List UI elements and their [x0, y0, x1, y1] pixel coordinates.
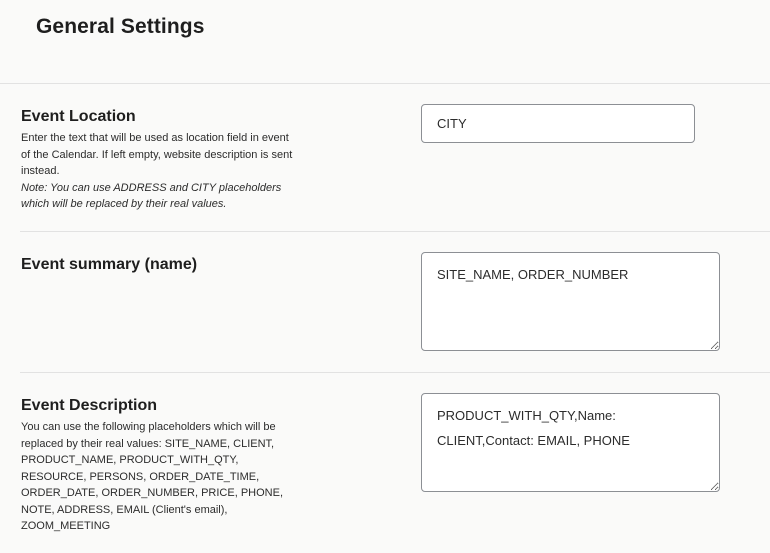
event-description-textarea[interactable]: PRODUCT_WITH_QTY,Name: CLIENT,Contact: E…	[421, 393, 720, 492]
event-location-help: Enter the text that will be used as loca…	[21, 132, 293, 177]
event-description-section: Event Description You can use the follow…	[21, 396, 321, 535]
section-divider	[20, 372, 770, 373]
event-location-input[interactable]	[421, 104, 695, 143]
event-location-note: Note: You can use ADDRESS and CITY place…	[21, 181, 282, 211]
event-description-label: Event Description	[21, 397, 158, 414]
page-title: General Settings	[36, 15, 205, 38]
event-location-section: Event Location Enter the text that will …	[21, 107, 321, 213]
section-divider	[20, 231, 770, 232]
event-summary-textarea[interactable]: SITE_NAME, ORDER_NUMBER	[421, 252, 720, 351]
event-summary-section: Event summary (name)	[21, 255, 321, 275]
event-description-help: You can use the following placeholders w…	[21, 421, 284, 532]
event-location-label: Event Location	[21, 108, 136, 125]
header-divider	[0, 83, 770, 84]
event-summary-label: Event summary (name)	[21, 256, 198, 273]
